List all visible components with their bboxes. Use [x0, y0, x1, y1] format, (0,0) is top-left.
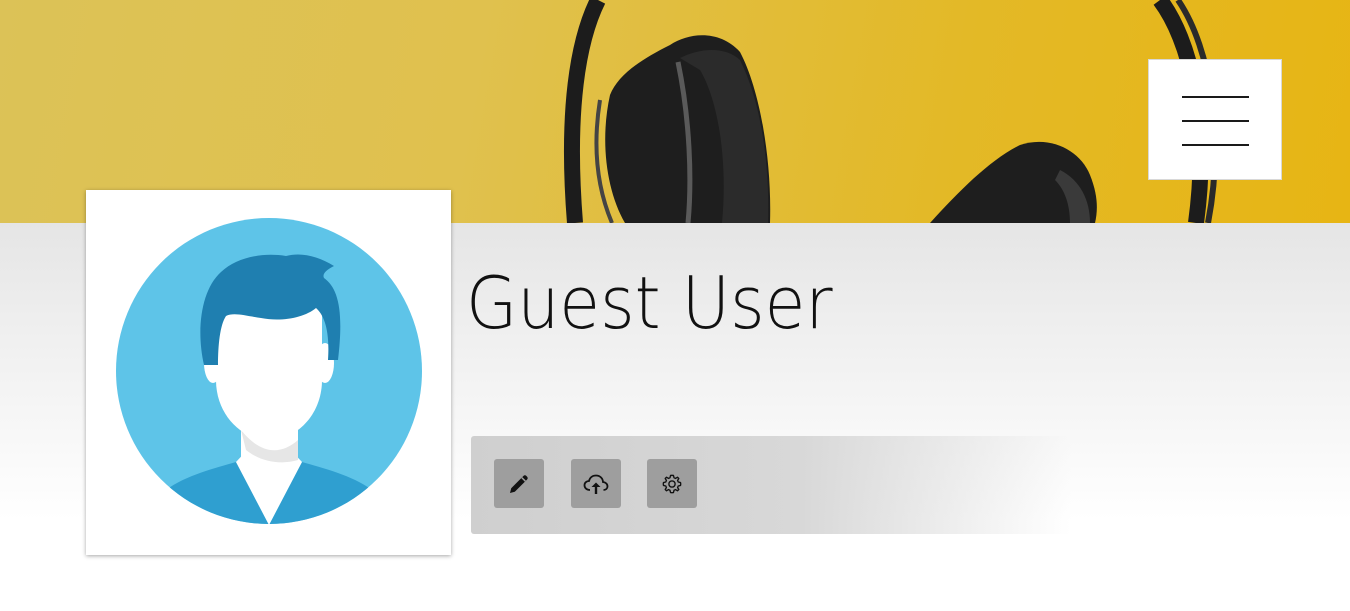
gear-settings-icon [662, 474, 682, 493]
settings-button[interactable] [647, 459, 697, 508]
edit-button[interactable] [494, 459, 544, 508]
profile-page: Guest User [0, 0, 1350, 611]
menu-button[interactable] [1148, 59, 1282, 180]
upload-button[interactable] [571, 459, 621, 508]
cloud-upload-icon [583, 474, 609, 494]
pencil-edit-icon [510, 474, 528, 493]
avatar[interactable] [86, 190, 451, 555]
user-name: Guest User [466, 261, 833, 345]
profile-toolbar [471, 436, 1071, 534]
default-user-avatar-icon [116, 218, 422, 524]
